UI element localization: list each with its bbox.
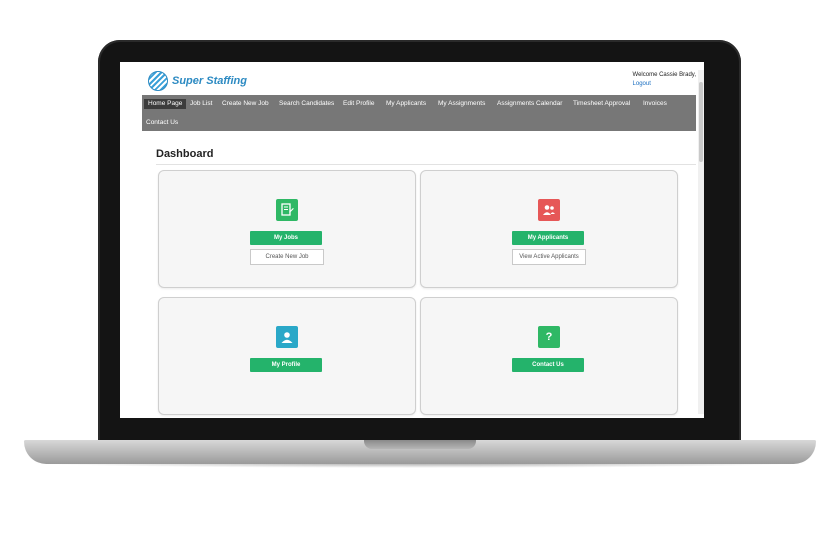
document-edit-icon bbox=[276, 199, 298, 221]
nav-search-candidates[interactable]: Search Candidates bbox=[279, 99, 334, 109]
my-profile-button[interactable]: My Profile bbox=[250, 358, 322, 372]
welcome-text: Welcome Cassie Brady, bbox=[632, 72, 696, 78]
nav-job-list[interactable]: Job List bbox=[190, 99, 212, 109]
top-bar: Super Staffing Welcome Cassie Brady, Log… bbox=[120, 62, 704, 95]
view-active-applicants-button[interactable]: View Active Applicants bbox=[512, 249, 586, 265]
nav-edit-profile[interactable]: Edit Profile bbox=[343, 99, 374, 109]
nav-my-applicants[interactable]: My Applicants bbox=[386, 99, 426, 109]
laptop-notch bbox=[364, 440, 476, 449]
nav-home-page[interactable]: Home Page bbox=[144, 99, 187, 109]
create-new-job-button[interactable]: Create New Job bbox=[250, 249, 324, 265]
my-jobs-button[interactable]: My Jobs bbox=[250, 231, 322, 245]
card-my-profile: My Profile bbox=[158, 297, 416, 415]
title-divider bbox=[156, 164, 696, 165]
card-contact-us: ? Contact Us bbox=[420, 297, 678, 415]
welcome-area: Welcome Cassie Brady, Logout bbox=[633, 71, 696, 89]
contact-us-button[interactable]: Contact Us bbox=[512, 358, 584, 372]
page-title: Dashboard bbox=[156, 148, 214, 160]
logo-mark-icon bbox=[148, 71, 168, 91]
card-my-jobs: My Jobs Create New Job bbox=[158, 170, 416, 288]
logo-text: Super Staffing bbox=[172, 75, 247, 87]
card-my-applicants: My Applicants View Active Applicants bbox=[420, 170, 678, 288]
screen: Super Staffing Welcome Cassie Brady, Log… bbox=[120, 62, 704, 418]
nav-invoices[interactable]: Invoices bbox=[643, 99, 667, 109]
scrollbar[interactable] bbox=[698, 70, 704, 414]
nav-contact-us[interactable]: Contact Us bbox=[146, 118, 178, 128]
nav-timesheet-approval[interactable]: Timesheet Approval bbox=[573, 99, 630, 109]
scroll-thumb[interactable] bbox=[699, 82, 703, 162]
logout-link[interactable]: Logout bbox=[633, 80, 696, 89]
nav-assignments-calendar[interactable]: Assignments Calendar bbox=[497, 99, 562, 109]
logo[interactable]: Super Staffing bbox=[148, 71, 247, 91]
nav-create-new-job[interactable]: Create New Job bbox=[222, 99, 269, 109]
user-profile-icon bbox=[276, 326, 298, 348]
nav-my-assignments[interactable]: My Assignments bbox=[438, 99, 485, 109]
question-icon: ? bbox=[538, 326, 560, 348]
main-nav: Home Page Job List Create New Job Search… bbox=[142, 95, 696, 131]
users-icon bbox=[538, 199, 560, 221]
my-applicants-button[interactable]: My Applicants bbox=[512, 231, 584, 245]
